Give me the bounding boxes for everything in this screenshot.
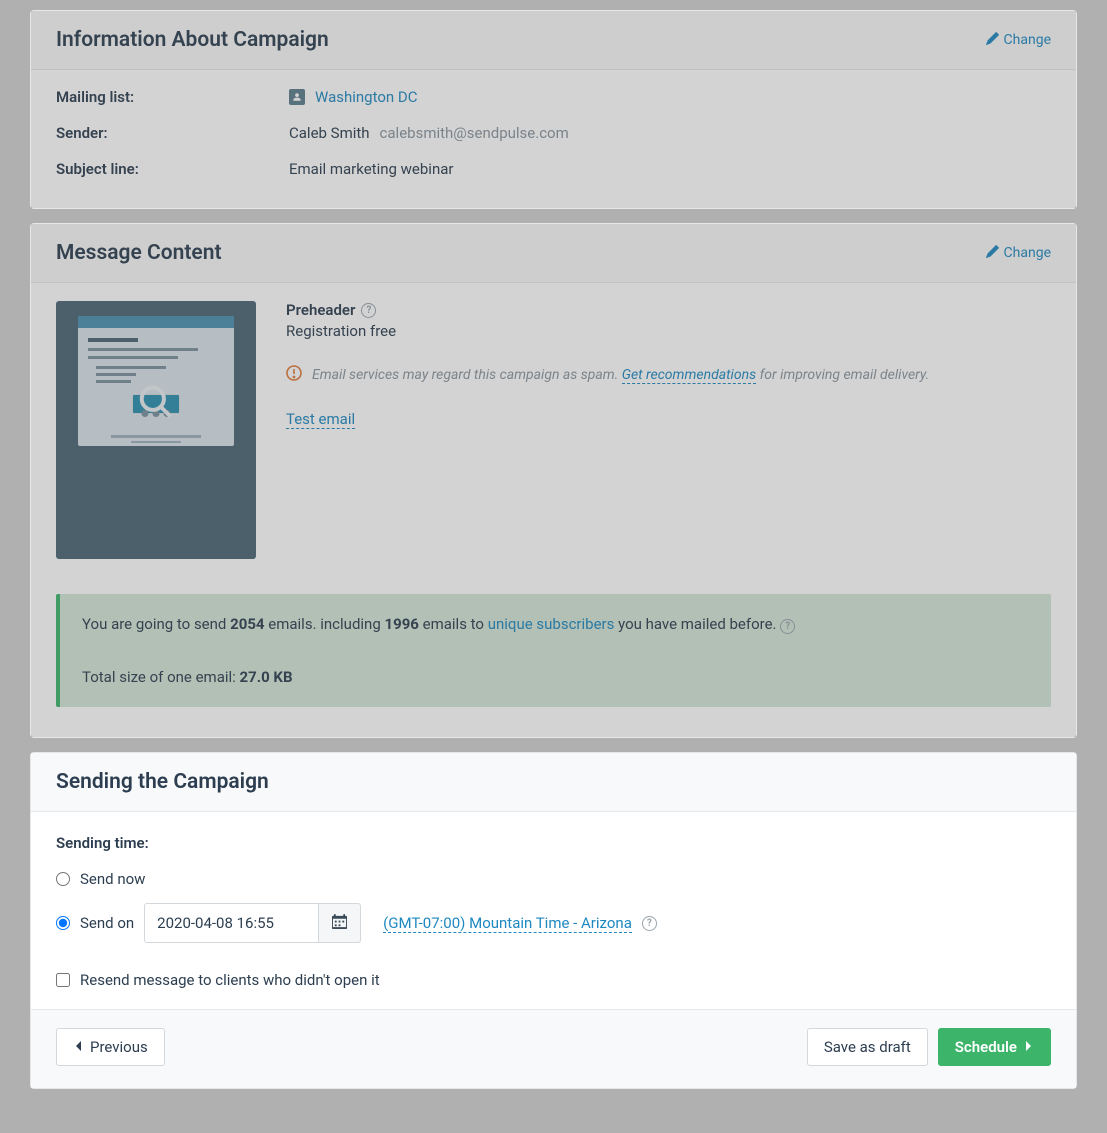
info-panel-body: Mailing list: Washington DC Sender: Cale… [31,70,1076,208]
spam-warning-suffix: for improving email delivery. [760,367,930,383]
send-panel-footer: Previous Save as draft Schedule [31,1009,1076,1088]
save-draft-button[interactable]: Save as draft [807,1028,928,1066]
send-on-option[interactable]: Send on (GMT-07:00) Mountain Time - Ariz… [56,903,1051,943]
send-title: Sending the Campaign [56,770,269,794]
schedule-button[interactable]: Schedule [938,1028,1051,1066]
timezone-link[interactable]: (GMT-07:00) Mountain Time - Arizona [383,914,632,933]
contacts-icon [289,89,305,105]
subject-value: Email marketing webinar [289,160,453,178]
subject-label: Subject line: [56,160,289,178]
sending-time-label: Sending time: [56,834,1051,852]
test-email-link[interactable]: Test email [286,410,355,429]
resend-option[interactable]: Resend message to clients who didn't ope… [56,971,1051,989]
magnify-icon [137,383,175,425]
previous-button[interactable]: Previous [56,1028,165,1066]
send-on-radio[interactable] [56,916,70,930]
content-change-label: Change [1004,245,1051,261]
send-panel-body: Sending time: Send now Send on (GMT-07:0… [31,812,1076,1009]
chevron-right-icon [1024,1038,1034,1056]
content-change-button[interactable]: Change [986,245,1051,262]
info-title: Information About Campaign [56,28,329,52]
email-preview-thumbnail[interactable] [56,301,256,559]
pencil-icon [986,245,999,262]
calendar-button[interactable] [319,903,361,943]
send-panel: Sending the Campaign Sending time: Send … [30,752,1077,1089]
summary-suffix: you have mailed before. [614,615,776,633]
datetime-input[interactable] [144,903,319,943]
chevron-left-icon [73,1038,83,1056]
send-summary-box: You are going to send 2054 emails. inclu… [56,594,1051,707]
schedule-label: Schedule [955,1038,1017,1056]
calendar-icon [332,914,347,932]
summary-mid2: emails to [419,615,488,633]
spam-warning-prefix: Email services may regard this campaign … [312,367,618,383]
info-change-label: Change [1004,32,1051,48]
summary-unique: 1996 [384,615,418,633]
sender-name: Caleb Smith [289,124,370,142]
mailing-list-link[interactable]: Washington DC [315,88,418,106]
preheader-value: Registration free [286,322,1051,340]
get-recommendations-link[interactable]: Get recommendations [622,367,756,384]
summary-prefix: You are going to send [82,615,230,633]
info-panel-header: Information About Campaign Change [31,11,1076,70]
previous-label: Previous [90,1038,148,1056]
preheader-label: Preheader [286,301,355,319]
send-now-option[interactable]: Send now [56,870,1051,888]
send-panel-header: Sending the Campaign [31,753,1076,812]
summary-size-label: Total size of one email: [82,668,240,686]
info-change-button[interactable]: Change [986,32,1051,49]
help-icon[interactable]: ? [642,916,657,931]
content-panel-body: Preheader ? Registration free Email serv… [31,283,1076,737]
mailing-list-label: Mailing list: [56,88,289,106]
help-icon[interactable]: ? [361,303,376,318]
pencil-icon [986,32,999,49]
send-now-label: Send now [80,870,145,888]
resend-checkbox[interactable] [56,973,70,987]
summary-mid1: emails. including [265,615,385,633]
content-title: Message Content [56,241,222,265]
resend-label: Resend message to clients who didn't ope… [80,971,380,989]
info-panel: Information About Campaign Change Mailin… [30,10,1077,209]
sender-label: Sender: [56,124,289,142]
send-now-radio[interactable] [56,872,70,886]
summary-size-value: 27.0 KB [240,668,293,686]
send-on-label: Send on [80,914,134,932]
content-panel: Message Content Change [30,223,1077,738]
save-draft-label: Save as draft [824,1038,911,1056]
sender-email: calebsmith@sendpulse.com [380,124,569,142]
warning-icon [286,365,302,385]
unique-subscribers-link[interactable]: unique subscribers [488,615,615,633]
summary-total: 2054 [230,615,264,633]
help-icon[interactable]: ? [780,619,795,634]
content-panel-header: Message Content Change [31,224,1076,283]
